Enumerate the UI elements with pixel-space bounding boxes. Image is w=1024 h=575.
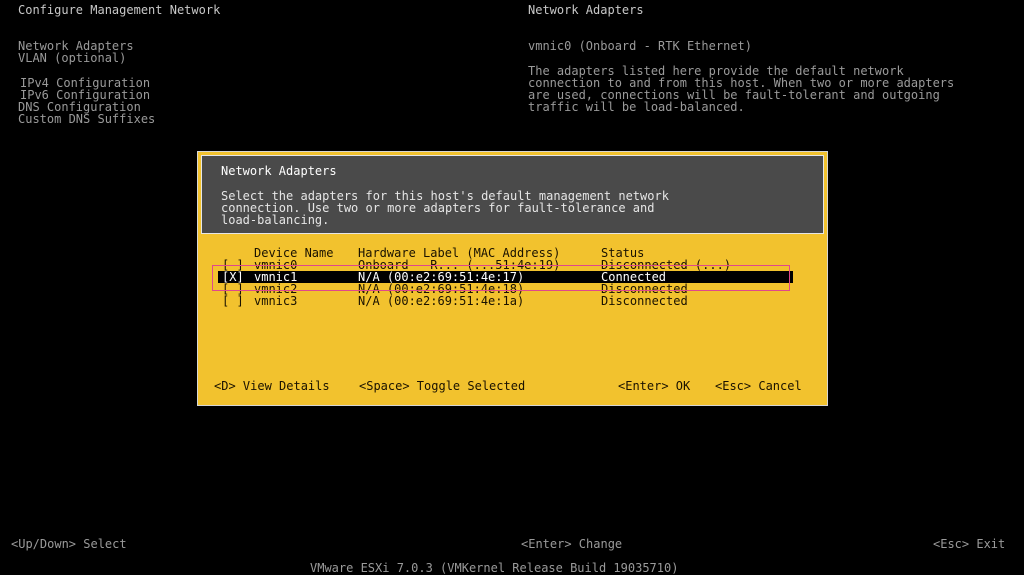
row-device: vmnic3 — [254, 294, 298, 308]
info-line-4: traffic will be load-balanced. — [528, 100, 745, 114]
selection-highlight — [212, 265, 790, 291]
menu-item-vlan[interactable]: VLAN (optional) — [18, 52, 126, 64]
view-details-action[interactable]: <D> View Details — [214, 380, 330, 392]
footer-select-hint: <Up/Down> Select — [11, 537, 127, 551]
dialog-header: Network Adapters Select the adapters for… — [201, 155, 824, 234]
network-adapters-dialog: Network Adapters Select the adapters for… — [197, 151, 828, 406]
ok-action[interactable]: <Enter> OK — [618, 380, 690, 392]
left-header: Configure Management Network — [18, 3, 221, 17]
dialog-desc-line-3: load-balancing. — [221, 213, 330, 227]
cancel-action[interactable]: <Esc> Cancel — [715, 380, 802, 392]
footer-exit-hint: <Esc> Exit — [933, 537, 1006, 551]
row-hw-label: N/A (00:e2:69:51:4e:1a) — [358, 294, 525, 308]
menu-item-dns-suffixes[interactable]: Custom DNS Suffixes — [18, 113, 155, 125]
row-status: Disconnected — [601, 294, 688, 308]
toggle-selected-action[interactable]: <Space> Toggle Selected — [359, 380, 525, 392]
right-header: Network Adapters — [528, 3, 644, 17]
version-string: VMware ESXi 7.0.3 (VMKernel Release Buil… — [310, 561, 679, 575]
footer-change-hint: <Enter> Change — [521, 537, 623, 551]
dialog-title: Network Adapters — [221, 164, 337, 178]
row-checkbox[interactable]: [ ] — [222, 295, 244, 307]
adapter-summary: vmnic0 (Onboard - RTK Ethernet) — [528, 39, 752, 53]
